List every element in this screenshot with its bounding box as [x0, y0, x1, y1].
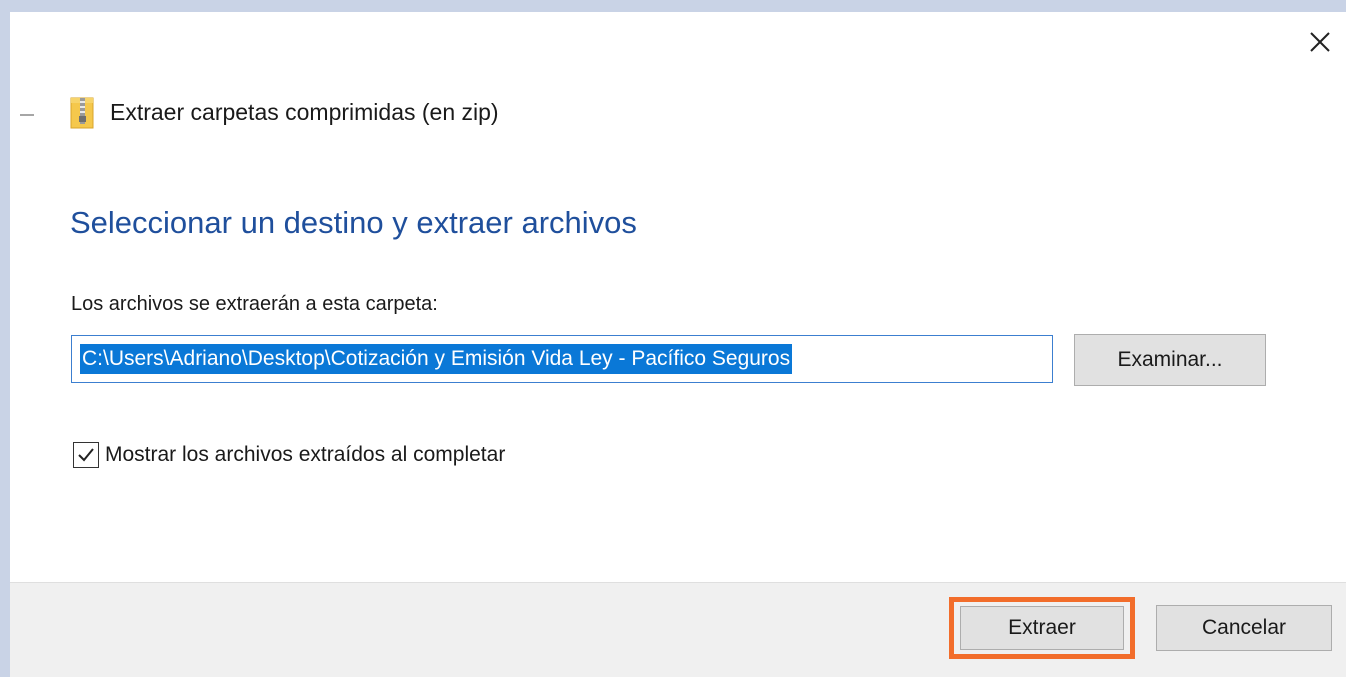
- screenshot-frame: Extraer carpetas comprimidas (en zip) Se…: [0, 0, 1346, 677]
- cancel-button[interactable]: Cancelar: [1156, 605, 1332, 651]
- close-button[interactable]: [1300, 24, 1340, 64]
- close-icon: [1309, 31, 1331, 58]
- dialog-footer: Extraer Cancelar: [10, 582, 1346, 677]
- extract-dialog: Extraer carpetas comprimidas (en zip) Se…: [10, 12, 1346, 677]
- dialog-heading: Seleccionar un destino y extraer archivo…: [70, 205, 637, 240]
- show-files-checkbox[interactable]: [73, 442, 99, 468]
- dialog-title: Extraer carpetas comprimidas (en zip): [110, 98, 499, 125]
- checkmark-icon: [78, 448, 94, 462]
- browse-button[interactable]: Examinar...: [1074, 334, 1266, 386]
- extract-highlight-box: Extraer: [949, 597, 1135, 659]
- zip-folder-icon: [70, 94, 94, 130]
- show-files-checkbox-row[interactable]: Mostrar los archivos extraídos al comple…: [73, 442, 505, 468]
- extract-button[interactable]: Extraer: [960, 606, 1124, 650]
- destination-path-input[interactable]: C:\Users\Adriano\Desktop\Cotización y Em…: [71, 335, 1053, 383]
- destination-label: Los archivos se extraerán a esta carpeta…: [71, 293, 438, 315]
- destination-path-value: C:\Users\Adriano\Desktop\Cotización y Em…: [80, 344, 793, 374]
- edge-divider: [20, 114, 34, 116]
- show-files-label: Mostrar los archivos extraídos al comple…: [105, 443, 506, 466]
- dialog-titlebar: Extraer carpetas comprimidas (en zip): [70, 92, 499, 132]
